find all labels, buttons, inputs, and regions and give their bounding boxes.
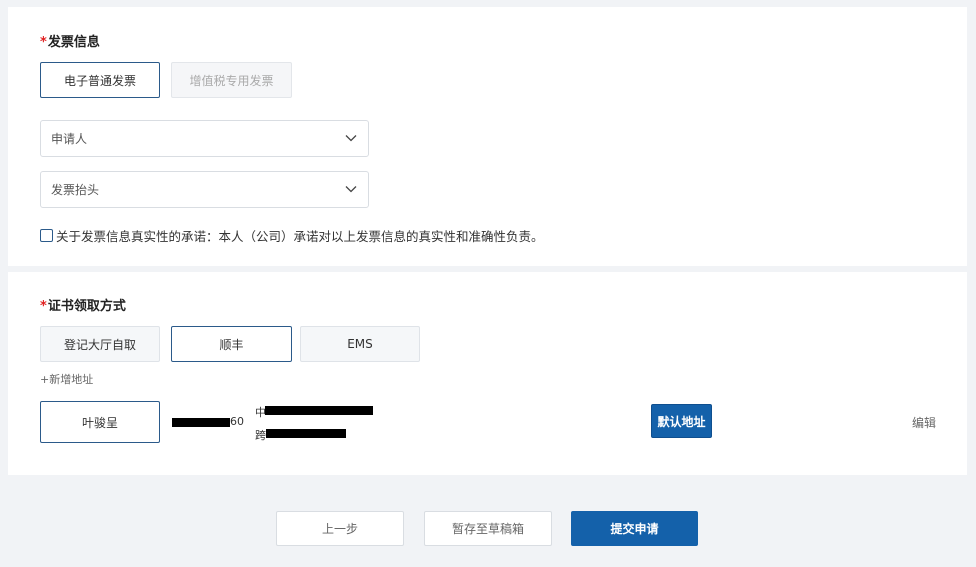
redacted-address-line1 — [265, 406, 373, 415]
certificate-title-text: 证书领取方式 — [47, 299, 126, 314]
chevron-down-icon — [345, 186, 357, 193]
address-line2-prefix: 跨 — [255, 429, 266, 442]
redacted-phone — [172, 418, 230, 427]
applicant-select-placeholder: 申请人 — [51, 132, 88, 146]
invoice-type-vat-special-button[interactable]: 增值税专用发票 — [171, 62, 292, 98]
address-phone-suffix: 60 — [230, 415, 244, 428]
save-draft-button[interactable]: 暂存至草稿箱 — [424, 511, 552, 546]
agreement-text: 关于发票信息真实性的承诺：本人（公司）承诺对以上发票信息的真实性和准确性负责。 — [56, 229, 544, 244]
chevron-down-icon — [345, 135, 357, 142]
certificate-collection-section: *证书领取方式 登记大厅自取 顺丰 EMS +新增地址 叶骏呈 60 中 跨 默… — [8, 272, 967, 475]
invoice-header-select[interactable]: 发票抬头 — [40, 171, 369, 208]
required-mark: * — [40, 299, 47, 314]
default-address-badge: 默认地址 — [651, 404, 712, 438]
invoice-title-text: 发票信息 — [47, 35, 100, 50]
invoice-type-electronic-button[interactable]: 电子普通发票 — [40, 62, 160, 98]
required-mark: * — [40, 35, 47, 50]
method-hall-pickup-button[interactable]: 登记大厅自取 — [40, 326, 160, 362]
redacted-address-line2 — [266, 429, 346, 438]
invoice-header-select-placeholder: 发票抬头 — [51, 183, 100, 197]
method-sf-express-button[interactable]: 顺丰 — [171, 326, 292, 362]
agreement-row: 关于发票信息真实性的承诺：本人（公司）承诺对以上发票信息的真实性和准确性负责。 — [40, 226, 544, 245]
submit-application-button[interactable]: 提交申请 — [571, 511, 698, 546]
agreement-checkbox[interactable] — [40, 229, 53, 242]
certificate-section-title: *证书领取方式 — [40, 295, 126, 314]
invoice-info-section: *发票信息 电子普通发票 增值税专用发票 申请人 发票抬头 关于发票信息真实性的… — [8, 7, 967, 266]
previous-step-button[interactable]: 上一步 — [276, 511, 404, 546]
method-ems-button[interactable]: EMS — [300, 326, 420, 362]
add-address-link[interactable]: +新增地址 — [40, 371, 93, 387]
address-recipient-name[interactable]: 叶骏呈 — [40, 401, 160, 443]
applicant-select[interactable]: 申请人 — [40, 120, 369, 157]
edit-address-link[interactable]: 编辑 — [912, 414, 936, 431]
address-list-item[interactable]: 叶骏呈 60 中 跨 默认地址 编辑 — [8, 400, 967, 444]
invoice-section-title: *发票信息 — [40, 31, 100, 50]
